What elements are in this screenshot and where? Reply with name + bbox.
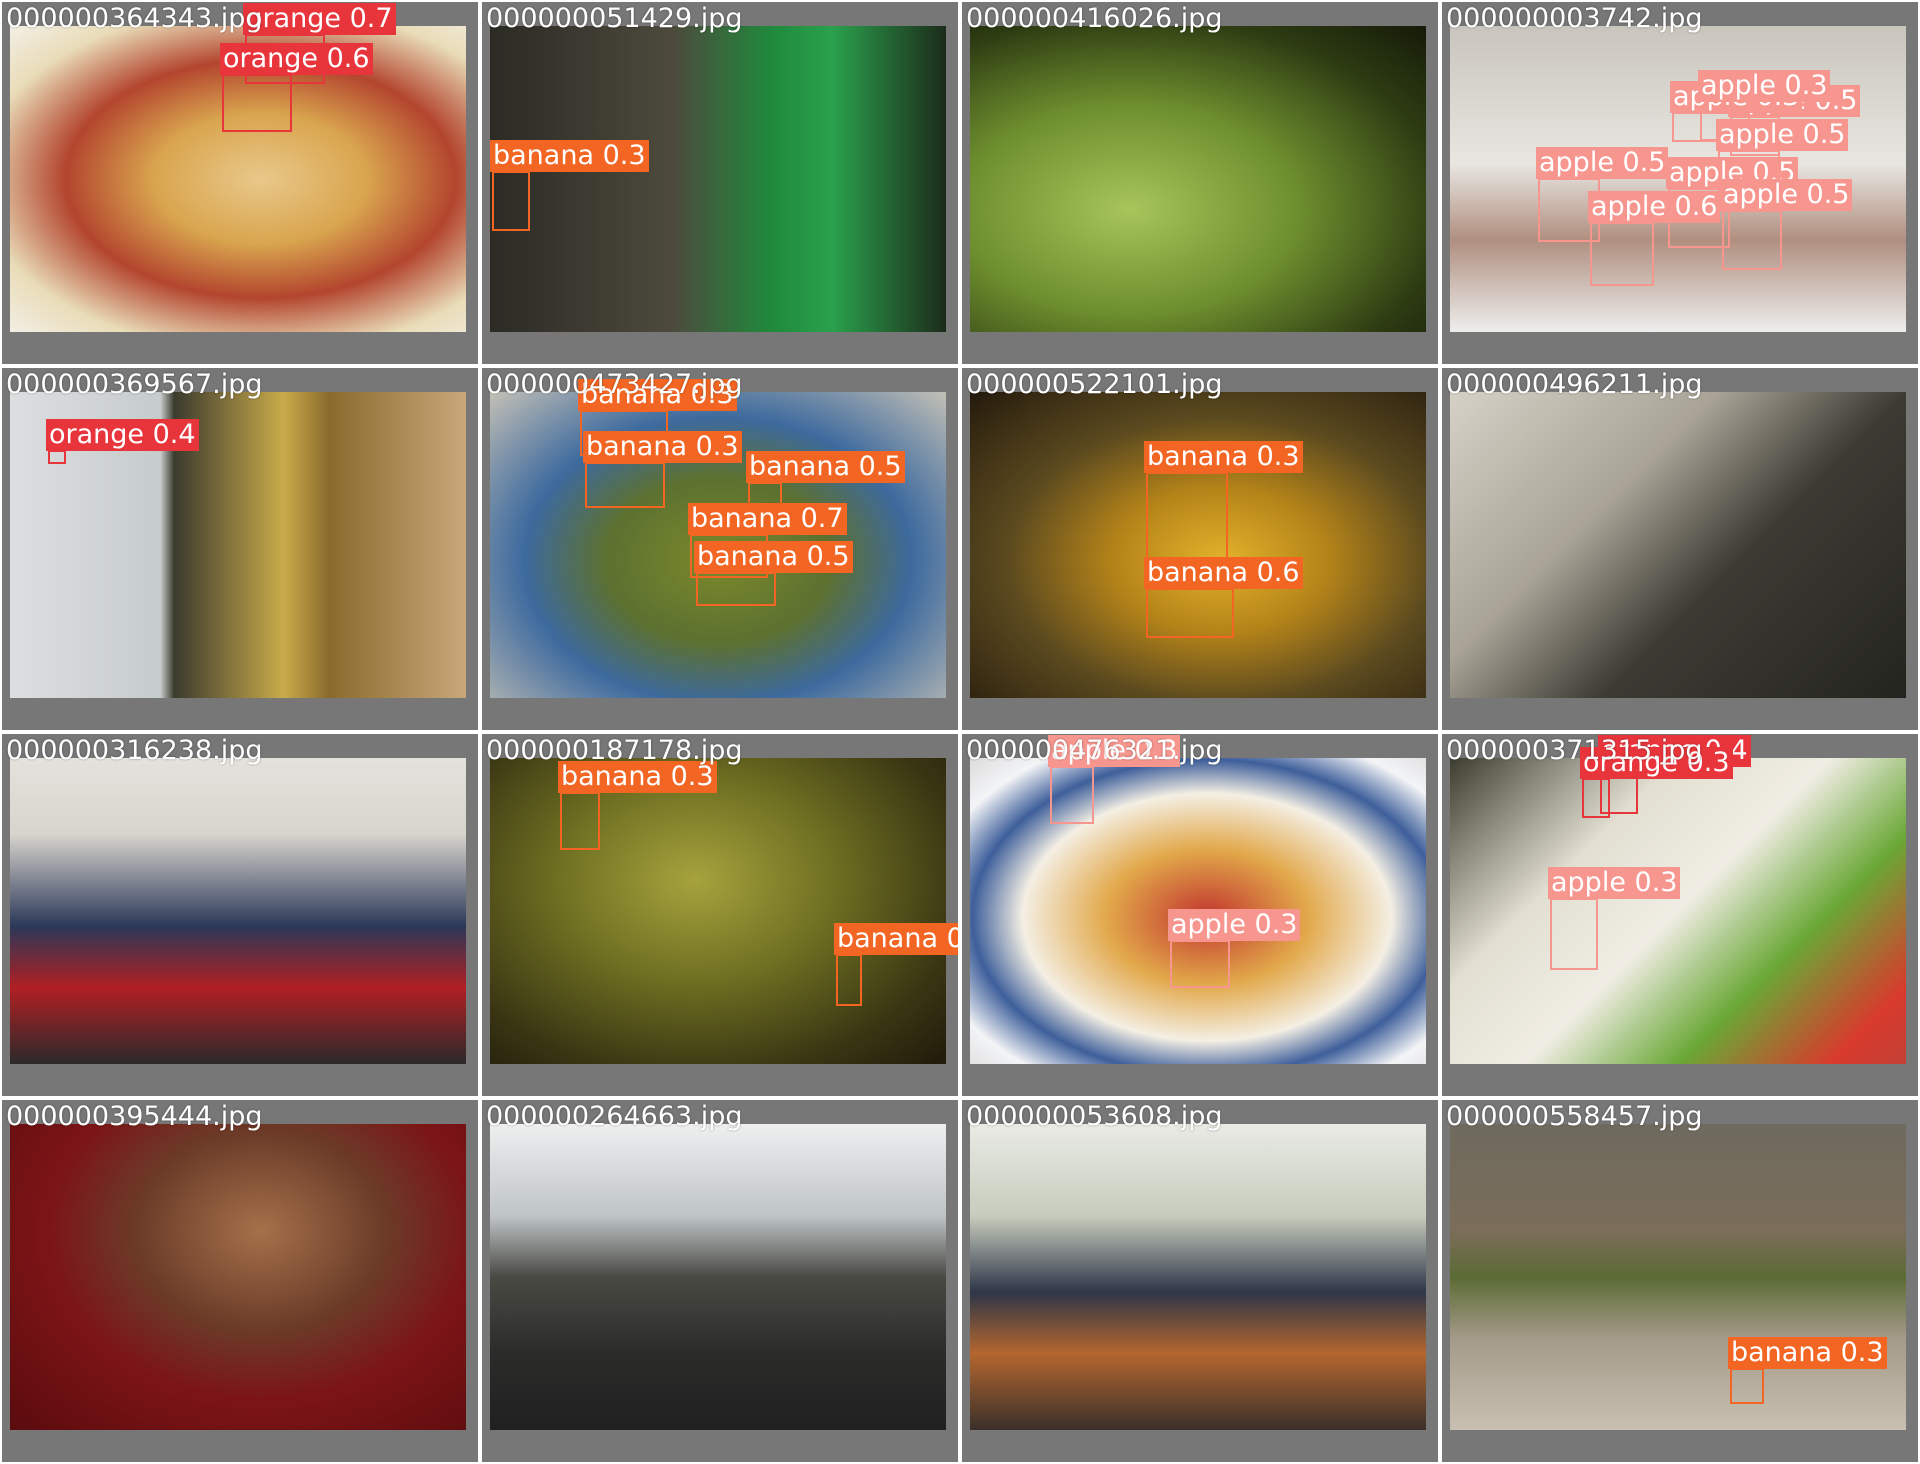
photo: apple 0.3 apple 0.3	[970, 735, 1426, 1064]
detection-box	[1170, 940, 1230, 988]
image-tile: orange 0.4 000000369567.jpg	[0, 366, 480, 732]
photo: banana 0.3 banana 0.3 banana 0.5 banana 0.7…	[490, 379, 946, 698]
image-filename: 000000369567.jpg	[6, 369, 263, 400]
detection-label: banana 0.3	[583, 431, 742, 463]
detection-box	[1590, 222, 1654, 286]
image-tile: 000000053608.jpg	[960, 1098, 1440, 1464]
detection-box	[222, 74, 292, 132]
detection-label: banana 0.6	[1144, 557, 1303, 589]
photo	[490, 1124, 946, 1430]
detection-results-grid: orange 0.7 orange 0.6 000000364343.jpg bana…	[0, 0, 1920, 1464]
image-tile: banana 0.3banana 0.6000000187178.jpg	[480, 732, 960, 1098]
detection-label: banana 0.5	[746, 451, 905, 483]
photo: orange 0.7 orange 0.6	[10, 3, 466, 332]
detection-box	[1550, 898, 1598, 970]
image-filename: 000000416026.jpg	[966, 3, 1223, 34]
photo-image	[1450, 758, 1906, 1064]
image-filename: 000000473427.jpg	[486, 369, 743, 400]
photo	[970, 1124, 1426, 1430]
detection-label: apple 0.5	[1720, 179, 1853, 211]
photo-image	[970, 1124, 1426, 1430]
photo-image	[490, 26, 946, 332]
image-tile: banana 0.3 000000051429.jpg	[480, 0, 960, 366]
photo	[970, 26, 1426, 332]
detection-box	[1050, 766, 1094, 824]
detection-label: apple 0.3	[1548, 867, 1681, 899]
detection-box	[836, 954, 862, 1006]
detection-box	[585, 462, 665, 508]
photo-image	[10, 1124, 466, 1430]
detection-label: apple 0.5	[1716, 119, 1849, 151]
image-tile: 000000316238.jpg	[0, 732, 480, 1098]
image-filename: 000000496211.jpg	[1446, 369, 1703, 400]
detection-label: orange 0.7	[243, 3, 396, 35]
image-tile: 000000416026.jpg	[960, 0, 1440, 366]
photo: apple 0.5apple 0.3apple 0.3apple 0.5appl…	[1450, 26, 1906, 332]
image-tile: banana 0.3 banana 0.6 000000522101.jpg	[960, 366, 1440, 732]
image-filename: 000000558457.jpg	[1446, 1101, 1703, 1132]
photo: banana 0.3	[490, 26, 946, 332]
photo: orange 0.4orange 0.3apple 0.3	[1450, 735, 1906, 1064]
image-tile: 000000496211.jpg	[1440, 366, 1920, 732]
image-filename: 000000522101.jpg	[966, 369, 1223, 400]
detection-label: apple 0.6	[1588, 191, 1721, 223]
image-tile: banana 0.3 banana 0.3 banana 0.5 banana 0.7…	[480, 366, 960, 732]
detection-label: orange 0.6	[220, 43, 373, 75]
image-tile: 000000395444.jpg	[0, 1098, 480, 1464]
detection-label: banana 0.6	[834, 923, 958, 955]
detection-label: apple 0.3	[1698, 70, 1831, 102]
photo-image	[970, 26, 1426, 332]
image-filename: 000000003742.jpg	[1446, 3, 1703, 34]
detection-box	[1722, 210, 1782, 270]
photo: orange 0.4	[10, 392, 466, 698]
image-filename: 000000364343.jpg	[6, 3, 263, 34]
detection-label: banana 0.3	[1728, 1337, 1887, 1369]
photo-image	[1450, 392, 1906, 698]
photo: banana 0.3banana 0.6	[490, 758, 958, 1064]
image-tile: apple 0.3 apple 0.3 000000476321.jpg	[960, 732, 1440, 1098]
image-filename: 000000395444.jpg	[6, 1101, 263, 1132]
photo-image	[1450, 1124, 1906, 1430]
photo	[10, 758, 466, 1064]
image-tile: 000000264663.jpg	[480, 1098, 960, 1464]
image-tile: orange 0.4orange 0.3apple 0.300000037131…	[1440, 732, 1920, 1098]
image-filename: 000000187178.jpg	[486, 735, 743, 766]
image-filename: 000000051429.jpg	[486, 3, 743, 34]
detection-box	[48, 450, 66, 464]
image-filename: 000000316238.jpg	[6, 735, 263, 766]
detection-box	[1146, 588, 1234, 638]
detection-box	[1146, 472, 1228, 568]
detection-label: banana 0.5	[694, 541, 853, 573]
detection-label: banana 0.7	[688, 503, 847, 535]
detection-box	[560, 792, 600, 850]
image-filename: 000000476321.jpg	[966, 735, 1223, 766]
photo-image	[10, 758, 466, 1064]
image-tile: banana 0.3 000000558457.jpg	[1440, 1098, 1920, 1464]
detection-label: banana 0.3	[1144, 441, 1303, 473]
photo-image	[490, 758, 946, 1064]
image-filename: 000000053608.jpg	[966, 1101, 1223, 1132]
detection-box	[1730, 1368, 1764, 1404]
detection-box	[492, 171, 530, 231]
photo: banana 0.3	[1450, 1124, 1906, 1430]
detection-box	[696, 572, 776, 606]
detection-box	[1582, 778, 1610, 818]
image-filename: 000000264663.jpg	[486, 1101, 743, 1132]
detection-label: apple 0.3	[1168, 909, 1301, 941]
image-tile: orange 0.7 orange 0.6 000000364343.jpg	[0, 0, 480, 366]
photo	[1450, 392, 1906, 698]
image-filename: 000000371315.jpg	[1446, 735, 1703, 766]
detection-label: orange 0.4	[46, 419, 199, 451]
photo: banana 0.3 banana 0.6	[970, 392, 1426, 698]
photo-image	[490, 1124, 946, 1430]
detection-label: apple 0.5	[1536, 147, 1669, 179]
image-tile: apple 0.5apple 0.3apple 0.3apple 0.5appl…	[1440, 0, 1920, 366]
detection-label: banana 0.3	[490, 140, 649, 172]
photo	[10, 1124, 466, 1430]
